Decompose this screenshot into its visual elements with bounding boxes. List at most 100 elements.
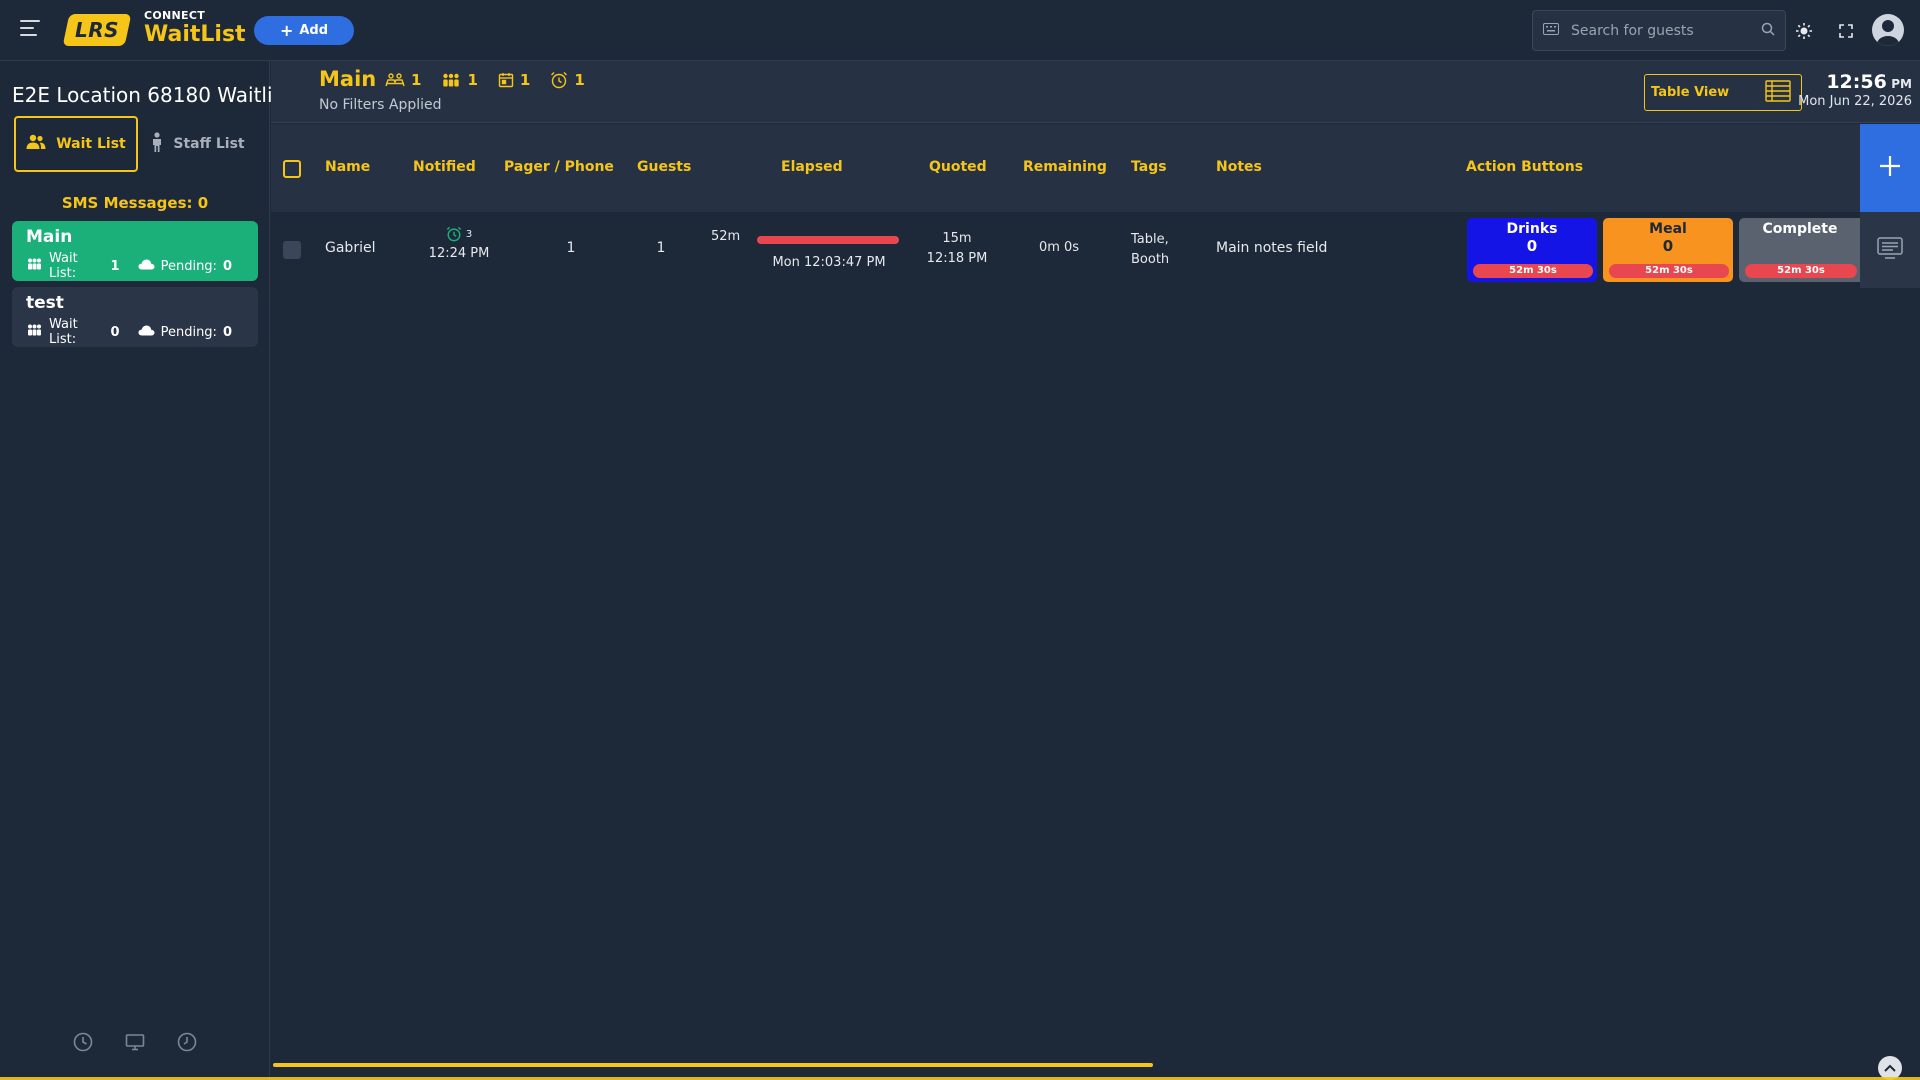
top-bar: LRS CONNECT WaitList + Add: [0, 0, 1920, 61]
fullscreen-icon[interactable]: [1834, 19, 1858, 43]
history-icon[interactable]: [72, 1031, 94, 1057]
quoted-time: 12:18 PM: [926, 251, 988, 266]
table-header: Name Notified Pager / Phone Guests Elaps…: [271, 124, 1861, 212]
column-header-guests[interactable]: Guests: [637, 159, 691, 175]
clock-time: 12:56: [1826, 71, 1887, 93]
action-label: Complete: [1762, 221, 1838, 237]
clock-icon[interactable]: [176, 1031, 198, 1057]
notes-text: Main notes field: [1216, 240, 1328, 256]
tab-wait-list[interactable]: Wait List: [14, 116, 138, 172]
cloud-icon: [138, 325, 155, 340]
stat-seated-value: 1: [411, 71, 422, 89]
column-header-pager[interactable]: Pager / Phone: [504, 159, 614, 175]
table-view-icon: [1765, 79, 1791, 106]
notified-cell: 3 12:24 PM: [411, 226, 507, 261]
action-label: Drinks: [1506, 221, 1558, 237]
page-title: Main: [319, 67, 377, 91]
waitlist-count: 0: [110, 324, 120, 340]
users-icon: [26, 134, 46, 154]
cloud-icon: [138, 259, 155, 274]
meal-action-button[interactable]: Meal 0 52m 30s: [1603, 218, 1733, 282]
column-header-name[interactable]: Name: [325, 159, 370, 175]
filters-status[interactable]: No Filters Applied: [319, 97, 442, 113]
column-header-notified[interactable]: Notified: [413, 159, 476, 175]
table-row[interactable]: Gabriel 3 12:24 PM 1 1 52m Mon 12:03:47 …: [271, 212, 1861, 288]
list-tabs: Wait List Staff List: [14, 116, 258, 172]
drinks-action-button[interactable]: Drinks 0 52m 30s: [1467, 218, 1597, 282]
guest-count: 1: [656, 240, 666, 256]
waitlist-card-main[interactable]: Main Wait List: 1 Pending: 0: [12, 221, 258, 281]
sidebar-footer: [0, 1031, 270, 1057]
notes-icon: [1877, 237, 1903, 263]
action-label: Meal: [1649, 221, 1687, 237]
column-header-tags[interactable]: Tags: [1131, 159, 1167, 175]
waitlist-label: Wait List:: [49, 251, 78, 281]
horizontal-scrollbar[interactable]: [273, 1063, 1153, 1067]
notified-count: 3: [465, 228, 473, 240]
user-avatar[interactable]: [1872, 14, 1904, 46]
logo-small-text: CONNECT: [144, 9, 206, 22]
tab-wait-list-label: Wait List: [56, 136, 126, 152]
row-checkbox[interactable]: [283, 241, 301, 259]
complete-action-button[interactable]: Complete 52m 30s: [1739, 218, 1861, 282]
add-guest-button[interactable]: + Add: [254, 16, 354, 45]
waitlist-name: Main: [26, 227, 73, 247]
action-timer: 52m 30s: [1609, 264, 1729, 278]
table-view-label: Table View: [1651, 85, 1730, 100]
column-header-quoted[interactable]: Quoted: [929, 159, 987, 175]
calendar-icon: [498, 73, 514, 88]
elapsed-progress-bar: [757, 236, 899, 244]
tab-staff-list[interactable]: Staff List: [138, 116, 258, 172]
group-icon: [26, 324, 43, 340]
action-count: 0: [1662, 237, 1674, 255]
table-view-button[interactable]: Table View: [1644, 74, 1802, 111]
stat-alarms-value: 1: [574, 71, 585, 89]
waitlist-label: Wait List:: [49, 317, 78, 347]
guest-name: Gabriel: [325, 240, 376, 256]
current-time: 12:56 PM Mon Jun 22, 2026: [1798, 71, 1912, 109]
lrs-logo: LRS: [62, 14, 132, 46]
clock-date: Mon Jun 22, 2026: [1798, 94, 1912, 109]
pending-label: Pending:: [160, 324, 217, 340]
header-stats: 1 1 1 1: [385, 71, 585, 89]
pending-label: Pending:: [160, 258, 217, 274]
column-header-remaining[interactable]: Remaining: [1023, 159, 1107, 175]
column-header-elapsed[interactable]: Elapsed: [781, 159, 843, 175]
clock-ampm: PM: [1891, 77, 1912, 91]
sms-messages-count[interactable]: SMS Messages: 0: [0, 194, 270, 212]
tab-staff-list-label: Staff List: [173, 136, 245, 152]
brightness-icon[interactable]: [1792, 19, 1816, 43]
waitlist-name: test: [26, 293, 64, 313]
action-count: 0: [1526, 237, 1538, 255]
notes-panel-button[interactable]: [1860, 212, 1920, 288]
waitlist-count: 1: [110, 258, 120, 274]
select-all-checkbox[interactable]: [283, 160, 301, 178]
remaining-time: 0m 0s: [1038, 240, 1080, 255]
person-icon: [151, 132, 163, 156]
tag-table: Table,: [1131, 232, 1169, 247]
stat-reservations-value: 1: [519, 71, 531, 89]
tag-booth: Booth: [1131, 252, 1170, 267]
stat-seated: 1: [385, 71, 421, 89]
tags-cell: Table, Booth: [1131, 230, 1169, 270]
quoted-minutes: 15m: [942, 231, 972, 246]
plus-icon: +: [279, 20, 294, 40]
app-logo-text: CONNECT WaitList: [144, 10, 246, 48]
notified-time: 12:24 PM: [428, 246, 490, 261]
add-guest-fab[interactable]: [1860, 124, 1920, 212]
group-icon: [443, 73, 460, 87]
search-input[interactable]: [1571, 22, 1761, 39]
waitlist-card-test[interactable]: test Wait List: 0 Pending: 0: [12, 287, 258, 347]
logo-big-text: WaitList: [144, 22, 246, 47]
add-button-label: Add: [299, 23, 329, 38]
search-icon[interactable]: [1761, 22, 1775, 40]
group-icon: [26, 258, 43, 274]
hamburger-menu-icon[interactable]: [20, 20, 40, 42]
monitor-icon[interactable]: [124, 1031, 146, 1057]
search-box[interactable]: [1532, 10, 1786, 51]
seated-icon: [385, 73, 405, 87]
column-header-notes[interactable]: Notes: [1216, 159, 1262, 175]
main-header: Main 1 1 1 1 No Filters Applied Table Vi…: [271, 61, 1920, 123]
stat-alarms: 1: [550, 71, 585, 89]
keyboard-icon[interactable]: [1543, 22, 1559, 39]
